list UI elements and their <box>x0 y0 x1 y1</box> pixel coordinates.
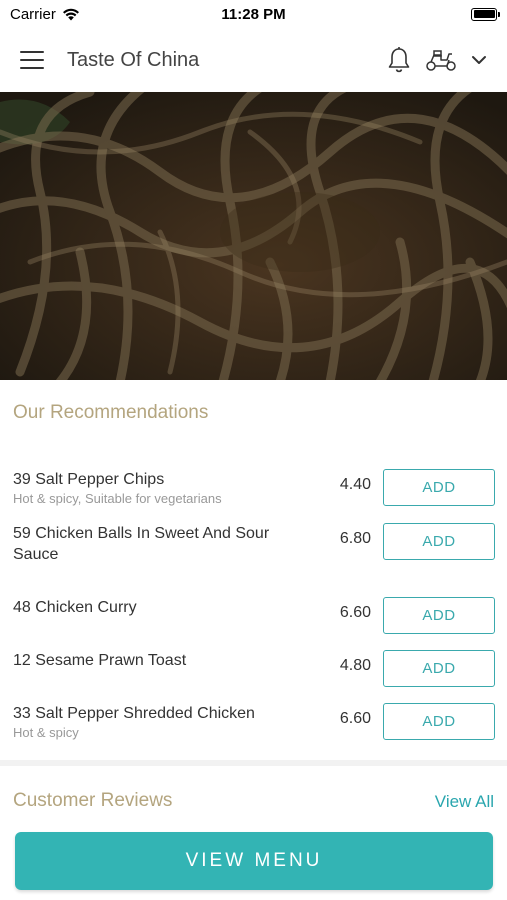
item-name: 59 Chicken Balls In Sweet And Sour Sauce <box>13 525 270 563</box>
status-bar: Carrier 11:28 PM <box>0 0 507 28</box>
add-button[interactable]: ADD <box>383 597 495 634</box>
header-actions <box>387 46 487 74</box>
item-name: 48 Chicken Curry <box>13 599 137 616</box>
item-price: 6.80 <box>339 530 371 547</box>
item-name: 12 Sesame Prawn Toast <box>13 652 187 669</box>
recommendations-title: Our Recommendations <box>13 402 209 423</box>
scooter-icon[interactable] <box>425 48 457 72</box>
restaurant-title: Taste Of China <box>67 48 200 71</box>
carrier-label: Carrier <box>10 5 56 23</box>
item-price: 4.40 <box>339 476 371 493</box>
hero-image <box>0 92 507 380</box>
view-menu-button[interactable]: VIEW MENU <box>15 832 493 890</box>
app-header: Taste Of China <box>0 28 507 92</box>
item-price: 6.60 <box>339 604 371 621</box>
list-item: 33 Salt Pepper Shredded Chicken Hot & sp… <box>13 703 495 743</box>
bell-icon[interactable] <box>387 46 411 74</box>
add-button[interactable]: ADD <box>383 523 495 560</box>
item-name: 39 Salt Pepper Chips <box>13 471 165 488</box>
add-button[interactable]: ADD <box>383 650 495 687</box>
section-divider <box>0 760 507 766</box>
noodle-photo <box>0 92 507 380</box>
add-button[interactable]: ADD <box>383 469 495 506</box>
reviews-title: Customer Reviews <box>13 790 173 811</box>
item-price: 6.60 <box>339 710 371 727</box>
chevron-down-icon[interactable] <box>471 54 487 66</box>
item-price: 4.80 <box>339 657 371 674</box>
item-name: 33 Salt Pepper Shredded Chicken <box>13 705 255 722</box>
list-item: 39 Salt Pepper Chips Hot & spicy, Suitab… <box>13 469 495 509</box>
list-item: 12 Sesame Prawn Toast 4.80 ADD <box>13 650 495 687</box>
battery-icon <box>471 7 500 21</box>
menu-icon[interactable] <box>20 51 44 69</box>
wifi-icon <box>62 8 79 20</box>
status-left: Carrier <box>10 6 80 23</box>
list-item: 59 Chicken Balls In Sweet And Sour Sauce… <box>13 523 495 567</box>
list-item: 48 Chicken Curry 6.60 ADD <box>13 597 495 634</box>
add-button[interactable]: ADD <box>383 703 495 740</box>
view-all-link[interactable]: View All <box>435 792 494 812</box>
